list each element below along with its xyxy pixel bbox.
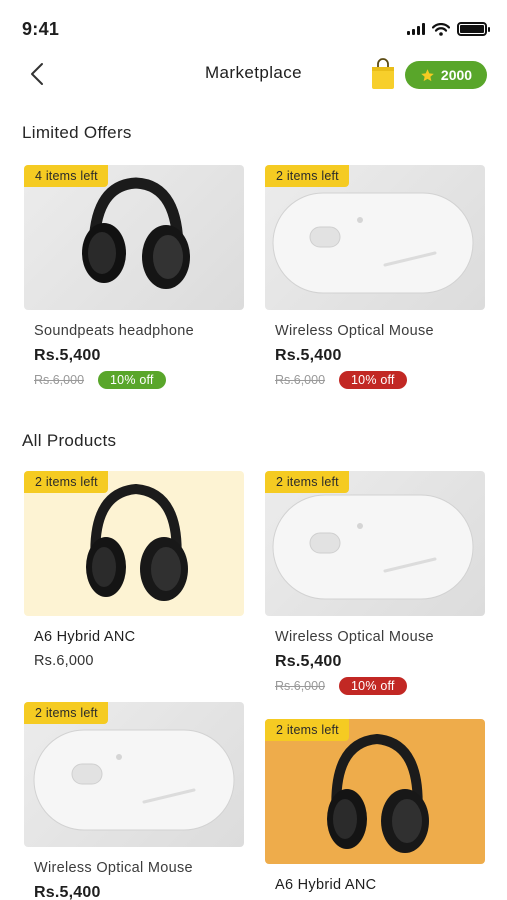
stock-badge: 2 items left (24, 471, 108, 493)
all-products-title: All Products (22, 431, 117, 450)
status-time: 9:41 (22, 19, 60, 39)
product-price: Rs.5,400 (275, 653, 342, 670)
status-icons (407, 22, 490, 36)
product-name: Wireless Optical Mouse (34, 860, 193, 876)
stock-badge: 2 items left (265, 471, 349, 493)
status-bar: 9:41 (0, 0, 507, 50)
product-card[interactable]: 2 items left Wireless Optical Mouse Rs.5… (265, 165, 485, 389)
product-name: Wireless Optical Mouse (275, 323, 434, 339)
app-header: Marketplace 2000 (0, 48, 507, 102)
product-card[interactable]: 2 items left A6 Hybrid ANC (265, 719, 485, 893)
coin-balance-button[interactable]: 2000 (405, 61, 487, 89)
shopping-bag-icon (372, 58, 394, 89)
stock-badge: 2 items left (24, 702, 108, 724)
battery-icon (457, 22, 490, 36)
product-card[interactable]: 2 items left Wireless Optical Mouse Rs.5… (24, 702, 244, 900)
product-image: 2 items left (24, 702, 244, 847)
original-price: Rs.6,000 (34, 373, 85, 387)
product-price: Rs.5,400 (275, 347, 342, 364)
product-card[interactable]: 4 items left Soundpeats headphone Rs.5,4… (24, 165, 244, 389)
cellular-signal-icon (407, 23, 425, 35)
wifi-icon (432, 22, 450, 36)
coin-balance: 2000 (440, 67, 473, 83)
discount-badge: 10% off (98, 371, 166, 389)
chevron-left-icon (31, 63, 43, 85)
discount-badge: 10% off (339, 677, 407, 695)
stock-badge: 2 items left (265, 719, 349, 741)
product-image: 4 items left (24, 165, 244, 310)
product-price: Rs.5,400 (34, 347, 101, 364)
original-price: Rs.6,000 (275, 373, 326, 387)
product-price: Rs.6,000 (34, 653, 94, 669)
star-icon (421, 68, 434, 81)
stock-badge: 2 items left (265, 165, 349, 187)
product-name: A6 Hybrid ANC (275, 877, 377, 893)
stock-badge: 4 items left (24, 165, 108, 187)
back-button[interactable] (24, 60, 52, 88)
product-image: 2 items left (265, 719, 485, 864)
product-name: A6 Hybrid ANC (34, 629, 136, 645)
discount-badge: 10% off (339, 371, 407, 389)
product-card[interactable]: 2 items left A6 Hybrid ANC Rs.6,000 (24, 471, 244, 669)
product-image: 2 items left (24, 471, 244, 616)
product-name: Wireless Optical Mouse (275, 629, 434, 645)
original-price: Rs.6,000 (275, 679, 326, 693)
limited-offers-title: Limited Offers (22, 123, 132, 142)
product-image: 2 items left (265, 471, 485, 616)
product-image: 2 items left (265, 165, 485, 310)
product-name: Soundpeats headphone (34, 323, 195, 339)
product-card[interactable]: 2 items left Wireless Optical Mouse Rs.5… (265, 471, 485, 695)
shopping-bag-button[interactable] (370, 58, 396, 90)
product-price: Rs.5,400 (34, 884, 101, 900)
